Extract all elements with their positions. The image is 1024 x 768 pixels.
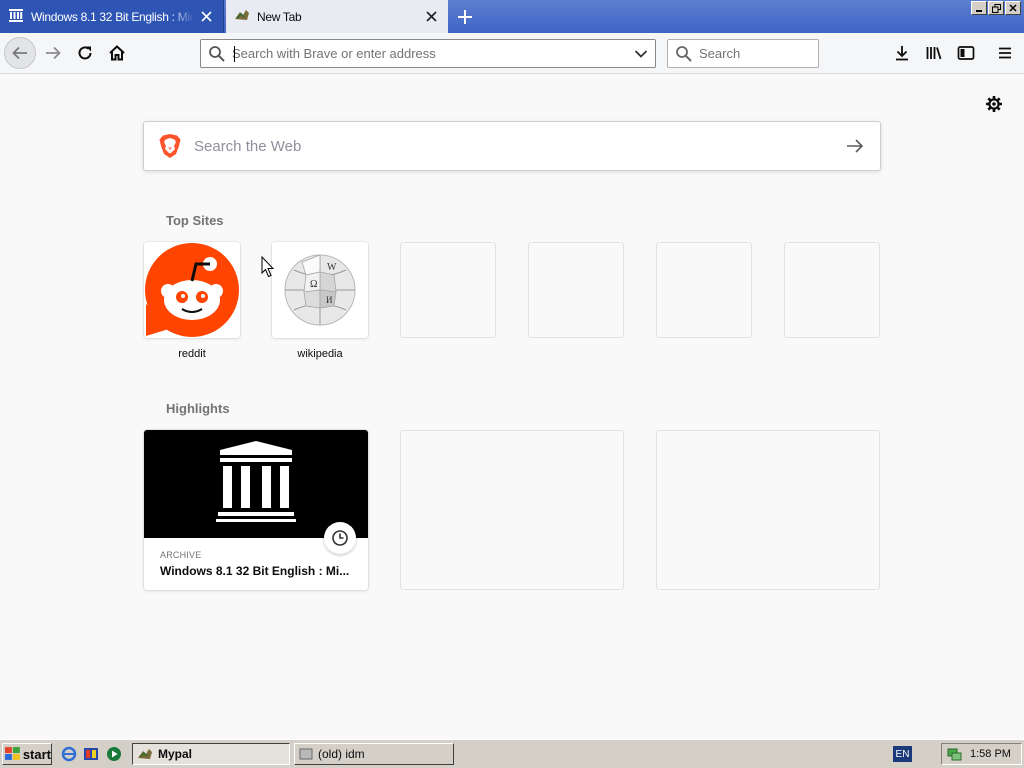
library-icon [926, 47, 942, 60]
ie-quicklaunch-icon[interactable] [61, 746, 77, 762]
window-icon [299, 748, 313, 760]
back-arrow-icon [12, 46, 27, 60]
mypal-icon [234, 7, 250, 26]
taskbar: start Mypal (old) idm EN 1:58 PM [0, 739, 1024, 768]
close-tab-icon[interactable] [194, 5, 218, 29]
navigation-toolbar [0, 33, 1024, 74]
close-tab-icon[interactable] [419, 5, 443, 29]
network-icon[interactable] [946, 746, 962, 762]
mouse-cursor-icon [261, 256, 275, 278]
tab-title: Windows 8.1 32 Bit English : Microsoft [31, 9, 194, 24]
forward-arrow-icon [46, 46, 61, 60]
close-icon [1009, 4, 1017, 12]
home-button[interactable] [101, 37, 133, 69]
start-label: start [22, 746, 51, 762]
highlight-source: ARCHIVE [160, 550, 202, 560]
svg-text:W: W [327, 262, 337, 273]
new-tab-button[interactable] [452, 4, 478, 30]
taskbar-item-idm[interactable]: (old) idm [294, 743, 454, 765]
chevron-down-icon[interactable] [627, 49, 655, 59]
close-window-button[interactable] [1005, 1, 1021, 15]
address-input[interactable] [232, 46, 627, 61]
minimize-icon [976, 10, 982, 12]
start-button[interactable]: start [2, 743, 52, 765]
top-site-reddit[interactable] [144, 242, 240, 338]
top-site-wikipedia[interactable]: W Ω И [272, 242, 368, 338]
archive-icon [8, 7, 24, 26]
settings-button[interactable] [984, 94, 1004, 114]
highlight-card[interactable]: ARCHIVE Windows 8.1 32 Bit English : Mi.… [144, 430, 368, 590]
clock-icon [324, 522, 356, 554]
arrow-right-icon[interactable] [830, 122, 880, 170]
top-site-empty[interactable] [784, 242, 880, 338]
sidebar-icon [957, 46, 975, 60]
highlight-empty [656, 430, 880, 590]
system-tray: 1:58 PM [941, 743, 1022, 765]
web-search-input[interactable] [194, 137, 830, 155]
tab-new-tab[interactable]: New Tab [226, 0, 448, 33]
tab-strip: Windows 8.1 32 Bit English : Microsoft N… [0, 0, 1024, 33]
top-site-empty[interactable] [400, 242, 496, 338]
top-site-label: wikipedia [297, 348, 343, 360]
download-icon [896, 46, 908, 61]
task-label: (old) idm [318, 747, 365, 761]
search-bar[interactable] [667, 39, 875, 68]
highlights-heading: Highlights [166, 401, 230, 416]
back-button[interactable] [4, 37, 36, 69]
highlight-empty [400, 430, 624, 590]
restore-icon [991, 3, 1001, 13]
top-site-empty[interactable] [528, 242, 624, 338]
sidebar-button[interactable] [950, 37, 982, 69]
tab-archive[interactable]: Windows 8.1 32 Bit English : Microsoft [0, 0, 224, 33]
search-icon [675, 45, 693, 63]
address-bar[interactable] [200, 39, 656, 68]
svg-text:И: И [326, 295, 333, 305]
window-controls [971, 1, 1021, 15]
minimize-button[interactable] [971, 1, 987, 15]
restore-button[interactable] [988, 1, 1004, 15]
brave-lion-icon [158, 133, 182, 159]
player-quicklaunch-icon[interactable] [106, 746, 122, 762]
task-label: Mypal [158, 747, 193, 761]
svg-text:Ω: Ω [310, 279, 317, 290]
tab-title: New Tab [257, 9, 302, 24]
clock-time[interactable]: 1:58 PM [970, 748, 1011, 760]
menu-button[interactable] [989, 37, 1021, 69]
top-sites-heading: Top Sites [166, 213, 224, 228]
language-indicator[interactable]: EN [893, 746, 912, 762]
taskbar-item-mypal[interactable]: Mypal [132, 743, 290, 765]
wikipedia-icon: W Ω И [272, 242, 368, 338]
web-search-box[interactable] [143, 121, 881, 171]
home-icon [109, 45, 125, 61]
reddit-icon [145, 243, 239, 337]
library-button[interactable] [918, 37, 950, 69]
text-caret [234, 46, 235, 62]
media-quicklaunch-icon[interactable] [83, 746, 99, 762]
reload-icon [78, 46, 92, 60]
gear-icon [986, 96, 1002, 112]
search-icon [208, 45, 226, 63]
highlight-title: Windows 8.1 32 Bit English : Mi... [160, 564, 350, 578]
mypal-icon [138, 749, 152, 759]
forward-button[interactable] [37, 37, 69, 69]
downloads-button[interactable] [886, 37, 918, 69]
new-tab-page: Top Sites reddit W [0, 75, 1024, 739]
search-input[interactable] [699, 46, 875, 61]
reload-button[interactable] [69, 37, 101, 69]
windows-logo-icon [5, 747, 20, 760]
hamburger-menu-icon [999, 47, 1011, 59]
highlight-thumbnail [144, 430, 368, 554]
top-site-label: reddit [178, 348, 206, 360]
plus-icon [458, 10, 472, 24]
top-site-empty[interactable] [656, 242, 752, 338]
